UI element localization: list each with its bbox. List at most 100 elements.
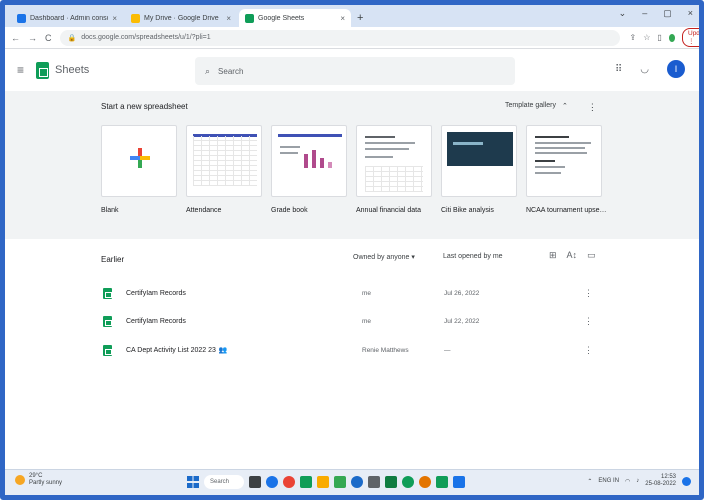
close-tab-icon[interactable]: × [226, 14, 231, 23]
template-ncaa-tournament[interactable] [526, 125, 602, 197]
app-header: ≡ Sheets ⌕ Search ⠿ ◡ I [5, 49, 699, 91]
file-name: CertifyIam Records [126, 317, 186, 325]
back-arrow-icon[interactable]: ← [11, 33, 20, 43]
maximize-button[interactable]: ▢ [663, 8, 672, 19]
taskbar-app-icon[interactable] [436, 476, 448, 488]
template-label: Blank [101, 207, 119, 214]
header-actions: ⠿ ◡ I [615, 60, 685, 78]
grid-view-icon[interactable]: ⊞ [549, 250, 557, 261]
template-citi-bike-analysis[interactable] [441, 125, 517, 197]
more-options-icon[interactable]: ⋮ [588, 102, 597, 113]
lock-icon: 🔒 [67, 34, 77, 42]
windows-start-icon[interactable] [187, 476, 199, 488]
taskbar-app-icon[interactable] [249, 476, 261, 488]
taskbar-app-icon[interactable] [368, 476, 380, 488]
apps-grid-icon[interactable]: ⠿ [615, 64, 622, 75]
chevron-up-icon[interactable]: ⌃ [587, 478, 592, 485]
gallery-label: Template gallery [505, 102, 556, 109]
more-options-icon[interactable]: ⋮ [584, 316, 593, 327]
taskbar-app-icon[interactable] [334, 476, 346, 488]
admin-console-icon [17, 13, 26, 23]
more-options-icon[interactable]: ⋮ [584, 288, 593, 299]
tab-my-drive[interactable]: My Drive · Google Drive × [125, 9, 237, 27]
folder-picker-icon[interactable]: ▭ [587, 250, 596, 261]
tab-admin-console[interactable]: Dashboard · Admin console × [11, 9, 123, 27]
taskbar-app-icon[interactable] [266, 476, 278, 488]
owner-filter-dropdown[interactable]: Owned by anyone ▾ [353, 253, 415, 261]
taskbar-search[interactable]: Search [204, 475, 244, 489]
clock[interactable]: 12:53 25-08-2022 [645, 474, 676, 488]
sidebar-icon[interactable]: ▯ [657, 33, 661, 42]
file-row[interactable]: CA Dept Activity List 2022 23 👥 Renie Mat… [95, 337, 605, 363]
close-tab-icon[interactable]: × [340, 14, 345, 23]
sheets-logo-icon[interactable] [36, 61, 50, 79]
forward-arrow-icon[interactable]: → [28, 33, 37, 43]
template-attendance[interactable] [186, 125, 262, 197]
taskbar-search-label: Search [210, 479, 230, 485]
clock-date: 25-08-2022 [645, 481, 676, 487]
weather-widget[interactable]: 29°C Partly sunny [15, 473, 62, 487]
file-explorer-icon[interactable] [317, 476, 329, 488]
reload-icon[interactable]: C [45, 33, 52, 43]
template-label: Grade book [271, 207, 308, 214]
weather-desc: Partly sunny [29, 480, 63, 486]
notification-icon[interactable] [682, 476, 691, 486]
app-name: Sheets [55, 64, 90, 76]
sort-column-header[interactable]: Last opened by me [443, 253, 503, 260]
taskbar-app-icon[interactable] [402, 476, 414, 488]
avatar[interactable]: I [667, 60, 685, 78]
search-input[interactable]: ⌕ Search [195, 57, 515, 85]
close-tab-icon[interactable]: × [112, 14, 117, 23]
tab-title: My Drive · Google Drive [144, 14, 219, 22]
tab-google-sheets[interactable]: Google Sheets × [239, 9, 351, 27]
update-button[interactable]: Update ⋮ [682, 28, 699, 47]
taskbar-app-icon[interactable] [419, 476, 431, 488]
extension-icon[interactable] [668, 33, 675, 42]
main-menu-icon[interactable]: ≡ [17, 63, 24, 77]
template-annual-financial-data[interactable] [356, 125, 432, 197]
file-name-cell: CA Dept Activity List 2022 23 👥 [126, 346, 362, 354]
wifi-icon[interactable]: ◠ [625, 478, 630, 485]
volume-icon[interactable]: ♪ [636, 478, 639, 484]
tab-title: Dashboard · Admin console [30, 14, 109, 22]
account-switch-icon[interactable]: ◡ [640, 64, 649, 75]
file-last-opened: Jul 26, 2022 [444, 289, 480, 297]
template-gallery-toggle[interactable]: Template gallery ⌃ ⋮ [505, 102, 597, 113]
taskbar-app-icon[interactable] [300, 476, 312, 488]
template-section: Start a new spreadsheet Template gallery… [5, 91, 699, 239]
view-options: ⊞ A↕ ▭ [549, 250, 596, 261]
sheets-file-icon [103, 287, 112, 299]
file-row[interactable]: CertifyIam Records me Jul 22, 2022 ⋮ [95, 308, 605, 334]
chrome-icon[interactable] [283, 476, 295, 488]
minimize-button[interactable]: – [642, 8, 647, 19]
taskbar-app-icon[interactable] [385, 476, 397, 488]
window-controls: ⌄ – ▢ × [619, 8, 693, 19]
more-options-icon[interactable]: ⋮ [584, 345, 593, 356]
tab-search-button[interactable]: ⌄ [619, 8, 627, 19]
file-list-header: Earlier Owned by anyone ▾ Last opened by… [5, 239, 699, 273]
share-icon[interactable]: ⇪ [630, 33, 637, 42]
template-grade-book[interactable] [271, 125, 347, 197]
section-label: Earlier [101, 255, 125, 264]
template-label: NCAA tournament upse… [526, 207, 607, 214]
template-blank[interactable] [101, 125, 177, 197]
new-tab-button[interactable]: + [357, 9, 363, 27]
taskbar-app-icon[interactable] [453, 476, 465, 488]
url-field[interactable]: 🔒 docs.google.com/spreadsheets/u/1/?pli=… [59, 29, 620, 46]
sort-options-icon[interactable]: A↕ [567, 250, 578, 261]
bookmark-star-icon[interactable]: ☆ [643, 33, 650, 42]
tab-strip: Dashboard · Admin console × My Drive · G… [5, 5, 699, 27]
windows-taskbar: 29°C Partly sunny Search ⌃ ENG IN ◠ ♪ 12… [5, 469, 699, 495]
taskbar-app-icon[interactable] [351, 476, 363, 488]
template-label: Annual financial data [356, 207, 421, 214]
language-indicator[interactable]: ENG IN [598, 478, 619, 484]
toolbar-icons: ⇪ ☆ ▯ Update ⋮ [630, 28, 699, 47]
file-owner: me [362, 317, 372, 325]
file-row[interactable]: CertifyIam Records me Jul 26, 2022 ⋮ [95, 280, 605, 306]
taskbar-apps: Search [187, 475, 465, 489]
browser-window: Dashboard · Admin console × My Drive · G… [0, 0, 704, 500]
unfold-icon: ⌃ [561, 103, 568, 110]
weather-temp: 29°C [29, 473, 43, 479]
search-placeholder: Search [218, 66, 244, 76]
close-window-button[interactable]: × [688, 8, 693, 19]
